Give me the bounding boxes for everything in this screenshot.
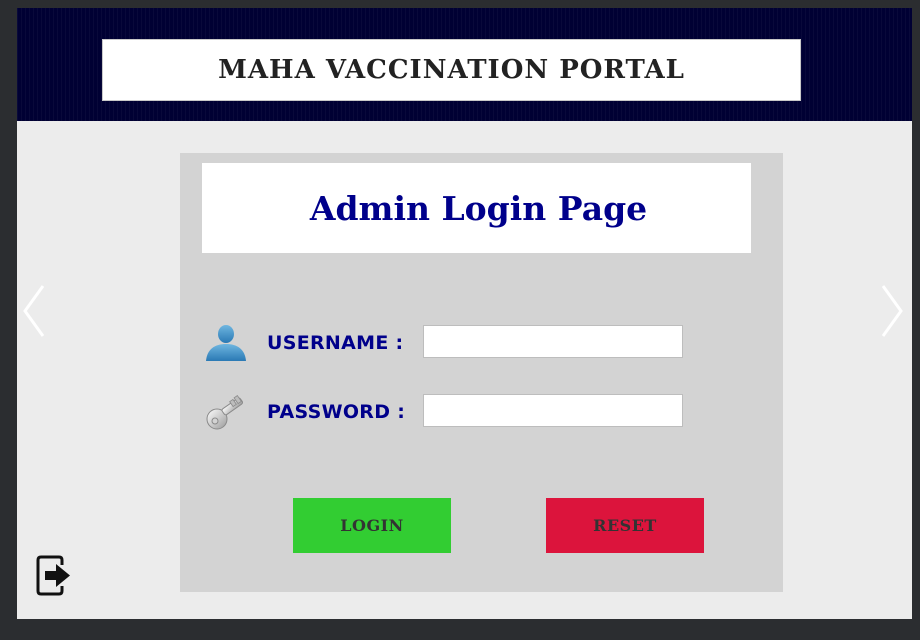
username-label: USERNAME : — [267, 332, 404, 354]
user-icon — [204, 323, 248, 363]
chevron-right-icon — [881, 285, 903, 337]
reset-button[interactable]: RESET — [546, 498, 704, 553]
password-row: PASSWORD : — [180, 392, 783, 432]
chevron-left-icon — [23, 285, 45, 337]
portal-title-box: MAHA VACCINATION PORTAL — [102, 39, 801, 101]
subtitle-box: Admin Login Page — [202, 163, 751, 253]
username-input[interactable] — [423, 325, 683, 358]
login-button[interactable]: LOGIN — [293, 498, 451, 553]
app-window: MAHA VACCINATION PORTAL Admin Login Page — [17, 8, 912, 619]
logout-icon — [36, 555, 70, 596]
password-input[interactable] — [423, 394, 683, 427]
carousel-prev-button[interactable] — [19, 283, 47, 339]
login-panel: Admin Login Page USERNAME : PASSWORD: L… — [180, 153, 783, 592]
logout-button[interactable] — [35, 549, 75, 601]
portal-title: MAHA VACCINATION PORTAL — [218, 55, 685, 85]
username-row: USERNAME : — [180, 323, 783, 363]
key-icon — [204, 392, 248, 432]
page-subtitle: Admin Login Page — [309, 188, 648, 228]
header-bar: MAHA VACCINATION PORTAL — [17, 8, 912, 121]
carousel-next-button[interactable] — [879, 283, 907, 339]
password-label: PASSWORD : — [267, 401, 406, 423]
